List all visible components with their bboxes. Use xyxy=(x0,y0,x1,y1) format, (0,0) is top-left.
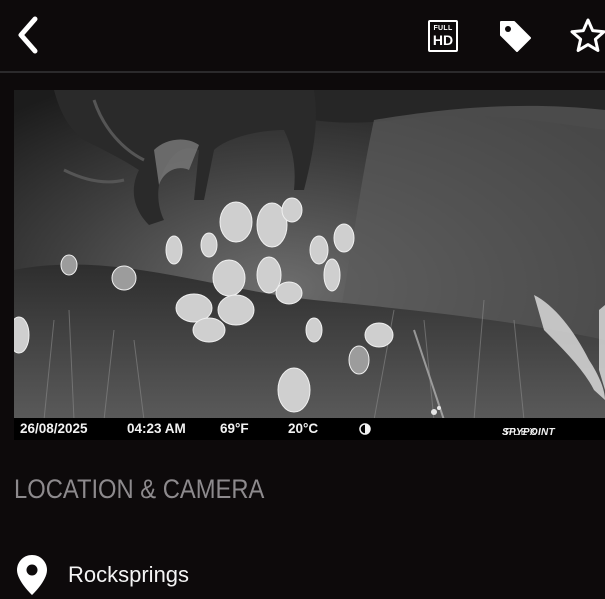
map-pin-icon xyxy=(14,553,50,597)
photo-scene xyxy=(14,90,605,420)
tag-icon xyxy=(500,21,531,52)
back-button[interactable] xyxy=(8,12,48,58)
photo-detail-screen: FULL HD 26/08/2025 04:23 AM 69°F 20°C SP… xyxy=(0,0,605,599)
tag-button[interactable] xyxy=(496,17,534,55)
top-bar: FULL HD xyxy=(0,0,605,72)
camera-info-stamp: 26/08/2025 04:23 AM 69°F 20°C SPYPOINT FL… xyxy=(14,418,605,440)
star-outline-icon xyxy=(570,18,605,52)
chevron-left-icon xyxy=(18,16,38,54)
favorite-button[interactable] xyxy=(568,16,605,56)
location-item[interactable]: Rocksprings xyxy=(14,552,605,598)
location-name: Rocksprings xyxy=(68,562,190,587)
moon-phase-icon xyxy=(359,423,371,435)
photo-time: 04:23 AM xyxy=(127,421,186,436)
hd-badge-bottom-text: HD xyxy=(432,32,454,48)
section-heading-location-camera: LOCATION & CAMERA xyxy=(14,474,265,504)
full-hd-icon: FULL HD xyxy=(428,20,458,52)
photo-date: 26/08/2025 xyxy=(20,421,88,436)
temperature-celsius: 20°C xyxy=(288,421,319,436)
camera-model: FLEX xyxy=(505,427,539,438)
hd-badge-top-text: FULL xyxy=(433,25,453,32)
header-divider xyxy=(0,71,605,73)
trail-camera-photo[interactable]: 26/08/2025 04:23 AM 69°F 20°C SPYPOINT FL… xyxy=(14,90,605,440)
full-hd-button[interactable]: FULL HD xyxy=(424,17,462,55)
temperature-fahrenheit: 69°F xyxy=(220,421,249,436)
